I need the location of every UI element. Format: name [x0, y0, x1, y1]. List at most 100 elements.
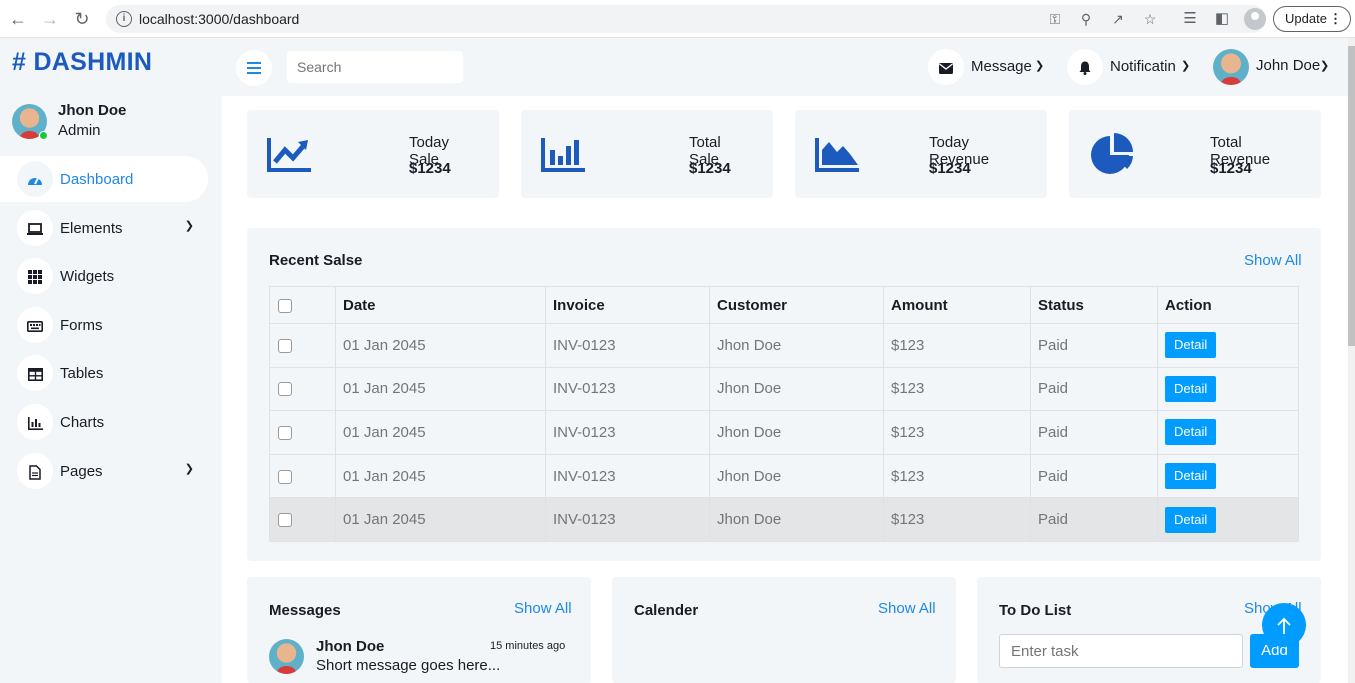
cell-invoice: INV-0123 [545, 366, 710, 412]
share-icon[interactable]: ↗ [1109, 10, 1127, 28]
table-row: 01 Jan 2045 INV-0123 Jhon Doe $123 Paid Detai… [269, 323, 1299, 368]
table-header: Amount [883, 286, 1031, 324]
cell-amount: $123 [883, 497, 1031, 542]
message-sender: Jhon Doe [316, 638, 385, 655]
grid-icon [17, 258, 53, 294]
key-icon[interactable]: ⚿ [1046, 10, 1064, 28]
brand-logo[interactable]: # DASHMIN [12, 48, 152, 77]
profile-icon[interactable] [1244, 8, 1266, 30]
message-dropdown[interactable]: Message ❯ [928, 49, 1046, 85]
stat-card-today-sale: Today Sale $1234 [247, 110, 499, 198]
cell-customer: Jhon Doe [709, 323, 884, 368]
stat-card-total-revenue: Total Revenue $1234 [1069, 110, 1321, 198]
row-checkbox[interactable] [278, 338, 292, 353]
keyboard-icon [17, 307, 53, 343]
cell-amount: $123 [883, 410, 1031, 455]
update-label: Update [1285, 11, 1327, 26]
online-status-icon [39, 131, 48, 140]
show-all-link[interactable]: Show All [1244, 252, 1302, 269]
panel-title: Recent Salse [269, 252, 363, 269]
star-icon[interactable]: ☆ [1141, 10, 1159, 28]
zoom-icon[interactable]: ⚲ [1077, 10, 1095, 28]
sidebar-item-label: Charts [60, 414, 105, 431]
cell-date: 01 Jan 2045 [335, 410, 546, 455]
cell-customer: Jhon Doe [709, 497, 884, 542]
stat-value: $1234 [689, 160, 731, 177]
cell-amount: $123 [883, 453, 1031, 499]
search-input[interactable] [287, 51, 463, 83]
row-checkbox[interactable] [278, 426, 292, 441]
chevron-down-icon: ❯ [184, 463, 194, 475]
sidebar-item-tables[interactable]: Tables [0, 350, 208, 396]
select-all-checkbox[interactable] [278, 298, 292, 313]
sidebar-item-pages[interactable]: Pages ❯ [0, 448, 208, 494]
chevron-down-icon: ❯ [1181, 60, 1191, 72]
chart-bar-icon [541, 138, 585, 172]
detail-button[interactable]: Detail [1165, 463, 1217, 490]
envelope-icon [928, 49, 964, 85]
row-checkbox[interactable] [278, 513, 292, 528]
sidebar-toggle-button[interactable] [236, 50, 272, 86]
table-row: 01 Jan 2045 INV-0123 Jhon Doe $123 Paid Detai… [269, 366, 1299, 412]
table-row: 01 Jan 2045 INV-0123 Jhon Doe $123 Paid Detai… [269, 453, 1299, 499]
panel-title: Messages [269, 602, 341, 619]
sidebar-item-label: Tables [60, 365, 104, 382]
row-checkbox[interactable] [278, 469, 292, 484]
sidebar-user-name: Jhon Doe [58, 102, 127, 119]
sidepanel-icon[interactable]: ◧ [1212, 9, 1232, 29]
address-bar[interactable]: i localhost:3000/dashboard ⚿ ⚲ ↗ ☆ [106, 5, 1266, 33]
reload-icon[interactable]: ↻ [72, 9, 92, 29]
cell-action: Detail [1157, 323, 1299, 368]
sidebar-item-dashboard[interactable]: Dashboard [0, 156, 208, 202]
bell-icon [1067, 49, 1103, 85]
back-icon[interactable]: ← [8, 9, 28, 29]
recent-sales-panel: Recent Salse Show All Date Invoice Custo… [247, 228, 1321, 561]
back-to-top-button[interactable] [1262, 603, 1306, 647]
laptop-icon [17, 210, 53, 246]
calendar-panel: Calender Show All [612, 577, 956, 683]
task-input[interactable] [999, 634, 1243, 668]
sidebar-item-elements[interactable]: Elements ❯ [0, 205, 208, 251]
chevron-down-icon: ❯ [1035, 60, 1045, 72]
chart-area-icon [815, 138, 859, 172]
table-header: Action [1157, 286, 1299, 324]
page-scrollbar[interactable] [1348, 38, 1355, 683]
sidebar-item-forms[interactable]: Forms [0, 302, 208, 348]
row-select-cell [269, 453, 336, 499]
sidebar-item-label: Widgets [60, 268, 115, 285]
update-button[interactable]: Update ⋮ [1273, 6, 1351, 32]
sidebar-item-label: Forms [60, 317, 103, 334]
cell-status: Paid [1030, 453, 1158, 499]
notification-dropdown[interactable]: Notificatin ❯ [1067, 49, 1191, 85]
panel-title: To Do List [999, 602, 1072, 619]
arrow-up-icon [1277, 617, 1291, 634]
detail-button[interactable]: Detail [1165, 419, 1217, 446]
message-time: 15 minutes ago [490, 640, 566, 652]
detail-button[interactable]: Detail [1165, 506, 1217, 533]
show-all-link[interactable]: Show All [878, 600, 936, 617]
sidebar-item-widgets[interactable]: Widgets [0, 253, 208, 299]
detail-button[interactable]: Detail [1165, 375, 1217, 402]
row-checkbox[interactable] [278, 382, 292, 397]
site-info-icon[interactable]: i [116, 11, 132, 27]
show-all-link[interactable]: Show All [514, 600, 572, 617]
cell-status: Paid [1030, 323, 1158, 368]
row-select-cell [269, 410, 336, 455]
kebab-menu-icon: ⋮ [1329, 11, 1342, 26]
stat-value: $1234 [409, 160, 451, 177]
detail-button[interactable]: Detail [1165, 332, 1217, 359]
sidebar-item-charts[interactable]: Charts [0, 399, 208, 445]
browser-toolbar: ← → ↻ i localhost:3000/dashboard ⚿ ⚲ ↗ ☆… [0, 0, 1355, 38]
forward-icon[interactable]: → [40, 9, 60, 29]
stat-value: $1234 [1210, 160, 1252, 177]
panel-title: Calender [634, 602, 699, 619]
user-dropdown[interactable]: John Doe ❯ [1213, 49, 1331, 85]
scrollbar-thumb[interactable] [1348, 46, 1355, 346]
table-header-row: Date Invoice Customer Amount Status Acti… [269, 286, 1299, 324]
sales-table: Date Invoice Customer Amount Status Acti… [269, 286, 1299, 542]
top-navbar: Message ❯ Notificatin ❯ John Doe ❯ [222, 38, 1348, 96]
media-icon[interactable]: ☰ [1180, 9, 1200, 29]
cell-action: Detail [1157, 497, 1299, 542]
stat-card-today-revenue: Today Revenue $1234 [795, 110, 1047, 198]
stat-card-total-sale: Total Sale $1234 [521, 110, 773, 198]
